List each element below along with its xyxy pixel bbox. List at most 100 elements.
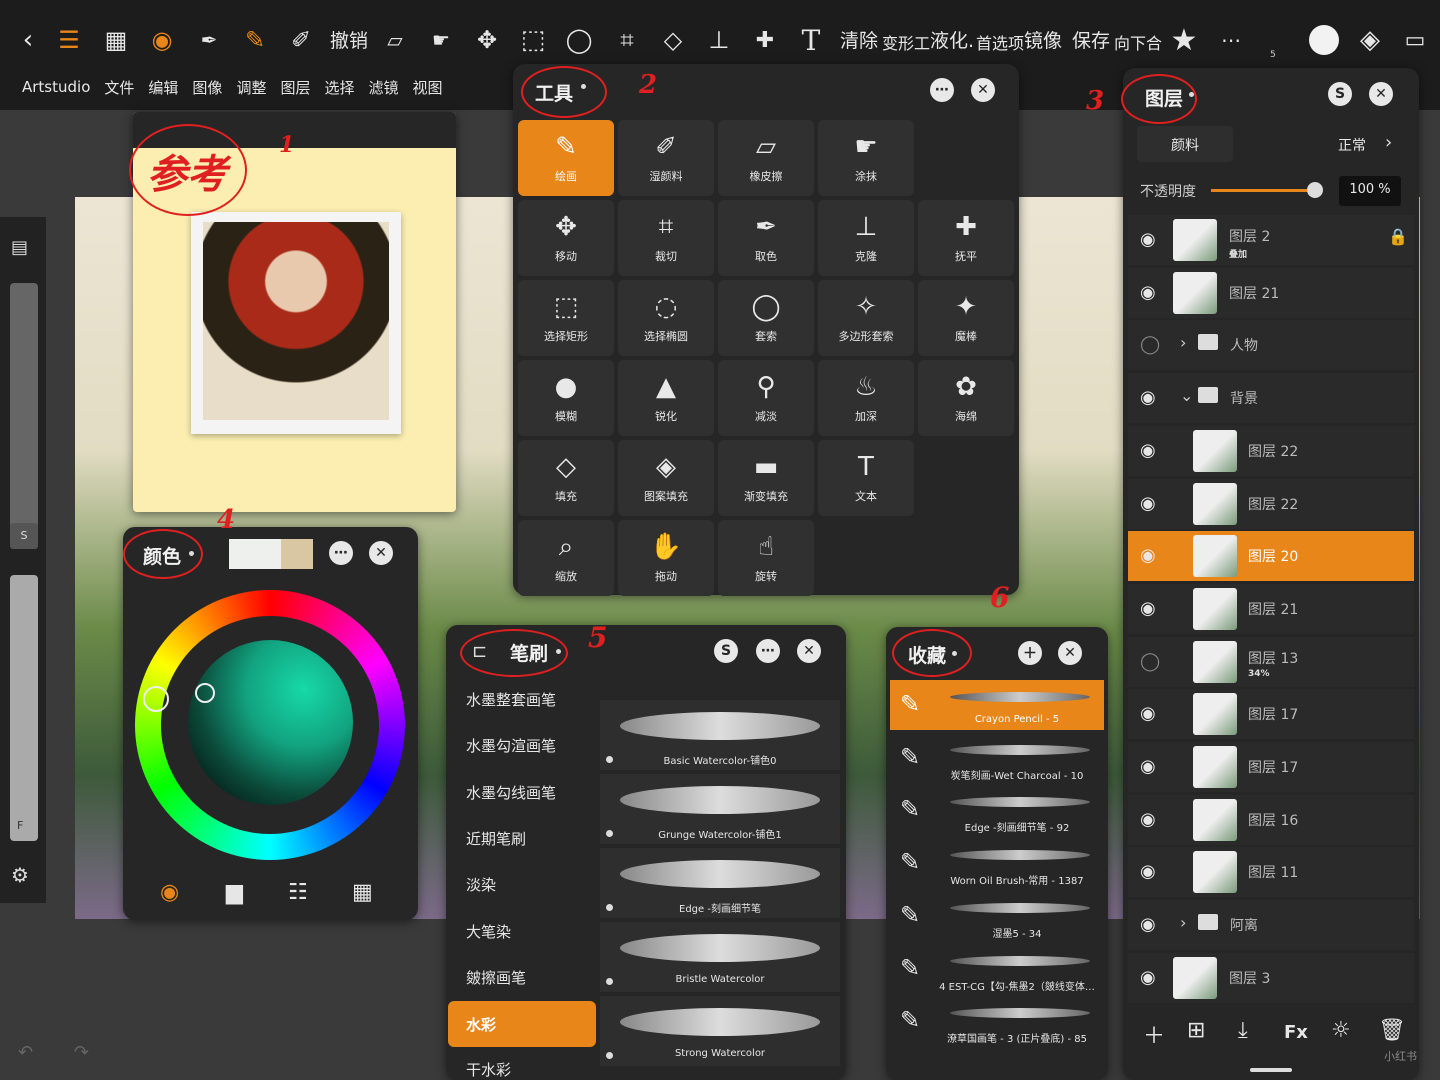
reference-panel[interactable]: 参考 1 bbox=[129, 112, 456, 512]
visibility-eye-icon[interactable]: ◉ bbox=[1140, 967, 1156, 988]
text-icon[interactable]: T bbox=[796, 22, 826, 58]
lock-icon[interactable]: 🔒 bbox=[1388, 227, 1408, 246]
menu-item-edit[interactable]: 编辑 bbox=[148, 77, 178, 98]
back-icon[interactable]: ‹ bbox=[16, 22, 40, 58]
tool-button[interactable]: ⚲ 减淡 bbox=[718, 360, 814, 436]
sidebar-toggle-icon[interactable]: ▤ bbox=[11, 237, 28, 258]
tool-button[interactable]: ✿ 海绵 bbox=[918, 360, 1014, 436]
previous-color-swatch[interactable] bbox=[281, 539, 313, 569]
tool-button[interactable]: ☛ 涂抹 bbox=[818, 120, 914, 196]
menu-item-image[interactable]: 图像 bbox=[192, 77, 222, 98]
tool-button[interactable]: ✐ 湿颜料 bbox=[618, 120, 714, 196]
lasso-icon[interactable]: ◯ bbox=[564, 22, 594, 58]
layer-row[interactable]: ◉ 图层 17 bbox=[1128, 742, 1414, 792]
merge-down-button[interactable]: 向下合 bbox=[1114, 30, 1162, 54]
brush-preset-item[interactable]: Bristle Watercolor bbox=[600, 922, 840, 992]
favorite-brush-item[interactable]: ✎ 炭笔刻画-Wet Charcoal - 10 bbox=[890, 732, 1104, 783]
menu-item-filter[interactable]: 滤镜 bbox=[368, 77, 398, 98]
color-more-button[interactable]: ⋯ bbox=[329, 541, 353, 565]
brush-preset-item[interactable]: Basic Watercolor-铺色0 bbox=[600, 700, 840, 770]
visibility-eye-icon[interactable]: ◉ bbox=[1140, 545, 1156, 566]
redo-icon[interactable]: ↷ bbox=[74, 1042, 89, 1063]
layer-row[interactable]: ◉ 图层 22 bbox=[1128, 425, 1414, 476]
brush-preset-item[interactable]: Edge -刻画细节笔 bbox=[600, 848, 840, 918]
size-slider-handle[interactable]: S bbox=[10, 523, 38, 549]
fullscreen-icon[interactable]: ▭ bbox=[1400, 22, 1430, 58]
layer-row[interactable]: ◉ 图层 17 bbox=[1128, 689, 1414, 740]
layer-row[interactable]: ◉ 图层 21 bbox=[1128, 267, 1414, 318]
visibility-eye-icon[interactable]: ◉ bbox=[1140, 756, 1156, 777]
tool-button[interactable]: ▱ 橡皮擦 bbox=[718, 120, 814, 196]
download-icon[interactable]: ⤓ bbox=[1238, 1018, 1248, 1043]
save-button[interactable]: 保存 bbox=[1072, 26, 1110, 53]
star-icon[interactable]: ★ bbox=[1166, 22, 1202, 58]
transform-button[interactable]: 变形工 bbox=[882, 30, 930, 54]
tool-button[interactable]: ✦ 魔棒 bbox=[918, 280, 1014, 356]
layer-group-row[interactable]: ◉ ⌄ 背景 bbox=[1128, 373, 1414, 424]
color-sliders-mode-icon[interactable]: ☷ bbox=[288, 880, 308, 905]
tool-button[interactable]: ▬ 渐变填充 bbox=[718, 440, 814, 516]
favorite-brush-item[interactable]: ✎ Worn Oil Brush-常用 - 1387 bbox=[890, 838, 1104, 889]
tool-button[interactable]: ✧ 多边形套索 bbox=[818, 280, 914, 356]
layer-group-row[interactable]: ◉ › 阿离 bbox=[1128, 900, 1414, 951]
clear-button[interactable]: 清除 bbox=[840, 26, 878, 53]
tool-button[interactable]: ✋ 拖动 bbox=[618, 520, 714, 596]
color-close-button[interactable]: ✕ bbox=[369, 541, 393, 565]
layer-row[interactable]: ◉ 图层 21 bbox=[1128, 583, 1414, 634]
brush-category-item[interactable]: 近期笔刷 bbox=[466, 828, 526, 849]
tool-button[interactable]: ◌ 选择椭圆 bbox=[618, 280, 714, 356]
tool-button[interactable]: ● 模糊 bbox=[518, 360, 614, 436]
opacity-value[interactable]: 100 % bbox=[1339, 176, 1401, 206]
move-icon[interactable]: ✥ bbox=[472, 22, 502, 58]
layer-row[interactable]: ◉ 图层 3 bbox=[1128, 952, 1414, 1003]
favorites-add-button[interactable]: ＋ bbox=[1018, 641, 1042, 665]
more-icon[interactable]: ⋯ bbox=[1216, 22, 1246, 58]
menu-item-select[interactable]: 选择 bbox=[324, 77, 354, 98]
brush-category-item[interactable]: 淡染 bbox=[466, 874, 496, 895]
visibility-eye-icon[interactable]: ◉ bbox=[1140, 598, 1156, 619]
tool-button[interactable]: ◈ 图案填充 bbox=[618, 440, 714, 516]
visibility-eye-icon[interactable]: ◉ bbox=[1140, 440, 1156, 461]
layer-row[interactable]: ◉ 图层 20 bbox=[1128, 531, 1414, 582]
visibility-eye-icon[interactable]: ◯ bbox=[1140, 334, 1160, 355]
visibility-eye-icon[interactable]: ◉ bbox=[1140, 387, 1156, 408]
favorite-brush-item[interactable]: ✎ Crayon Pencil - 5 bbox=[890, 680, 1104, 730]
tool-button[interactable]: ▲ 锐化 bbox=[618, 360, 714, 436]
tool-button[interactable]: ⊥ 克隆 bbox=[818, 200, 914, 276]
hue-picker-handle[interactable] bbox=[143, 686, 169, 712]
brush-category-item[interactable]: 皴擦画笔 bbox=[466, 967, 526, 988]
chevron-right-icon[interactable]: › bbox=[1180, 333, 1186, 352]
menu-item-view[interactable]: 视图 bbox=[413, 77, 443, 98]
tool-button[interactable]: ✥ 移动 bbox=[518, 200, 614, 276]
chevron-right-icon[interactable]: › bbox=[1385, 132, 1392, 153]
visibility-eye-icon[interactable]: ◉ bbox=[1140, 861, 1156, 882]
layer-group-row[interactable]: ◯ › 人物 bbox=[1128, 320, 1414, 371]
layers-close-button[interactable]: ✕ bbox=[1369, 82, 1393, 106]
add-group-icon[interactable]: ⊞ bbox=[1187, 1018, 1205, 1043]
menu-icon[interactable]: ☰ bbox=[56, 22, 82, 58]
favorite-brush-item[interactable]: ✎ 湿墨5 - 34 bbox=[890, 890, 1104, 941]
mirror-button[interactable]: 镜像 bbox=[1024, 26, 1062, 53]
smudge-icon[interactable]: ☛ bbox=[426, 22, 456, 58]
heal-icon[interactable]: ✚ bbox=[750, 22, 780, 58]
tool-button[interactable]: ✚ 抚平 bbox=[918, 200, 1014, 276]
brush-category-item[interactable]: 水彩 bbox=[448, 1001, 596, 1047]
visibility-eye-icon[interactable]: ◉ bbox=[1140, 229, 1156, 250]
layer-row[interactable]: ◉ 图层 22 bbox=[1128, 478, 1414, 529]
menu-item-file[interactable]: 文件 bbox=[104, 77, 134, 98]
add-layer-icon[interactable]: ＋ bbox=[1143, 1018, 1165, 1050]
visibility-eye-icon[interactable]: ◉ bbox=[1140, 493, 1156, 514]
color-square-mode-icon[interactable]: ▆ bbox=[226, 880, 243, 905]
tool-button[interactable]: ✒ 取色 bbox=[718, 200, 814, 276]
layer-row[interactable]: ◉ 图层 2 叠加 🔒 bbox=[1128, 215, 1414, 265]
undo-icon[interactable]: ↶ bbox=[18, 1042, 33, 1063]
color-swatch-icon[interactable] bbox=[1309, 25, 1339, 55]
tool-button[interactable]: ☝ 旋转 bbox=[718, 520, 814, 596]
brush-close-button[interactable]: ✕ bbox=[797, 639, 821, 663]
tool-button[interactable]: ♨ 加深 bbox=[818, 360, 914, 436]
tools-close-button[interactable]: ✕ bbox=[971, 78, 995, 102]
favorite-brush-item[interactable]: ✎ 4 EST-CG【勾-焦墨2（皴线变体… bbox=[890, 943, 1104, 994]
brush-size-slider[interactable] bbox=[10, 283, 38, 533]
opacity-slider-handle[interactable] bbox=[1307, 182, 1323, 198]
chevron-right-icon[interactable]: › bbox=[1180, 913, 1186, 932]
